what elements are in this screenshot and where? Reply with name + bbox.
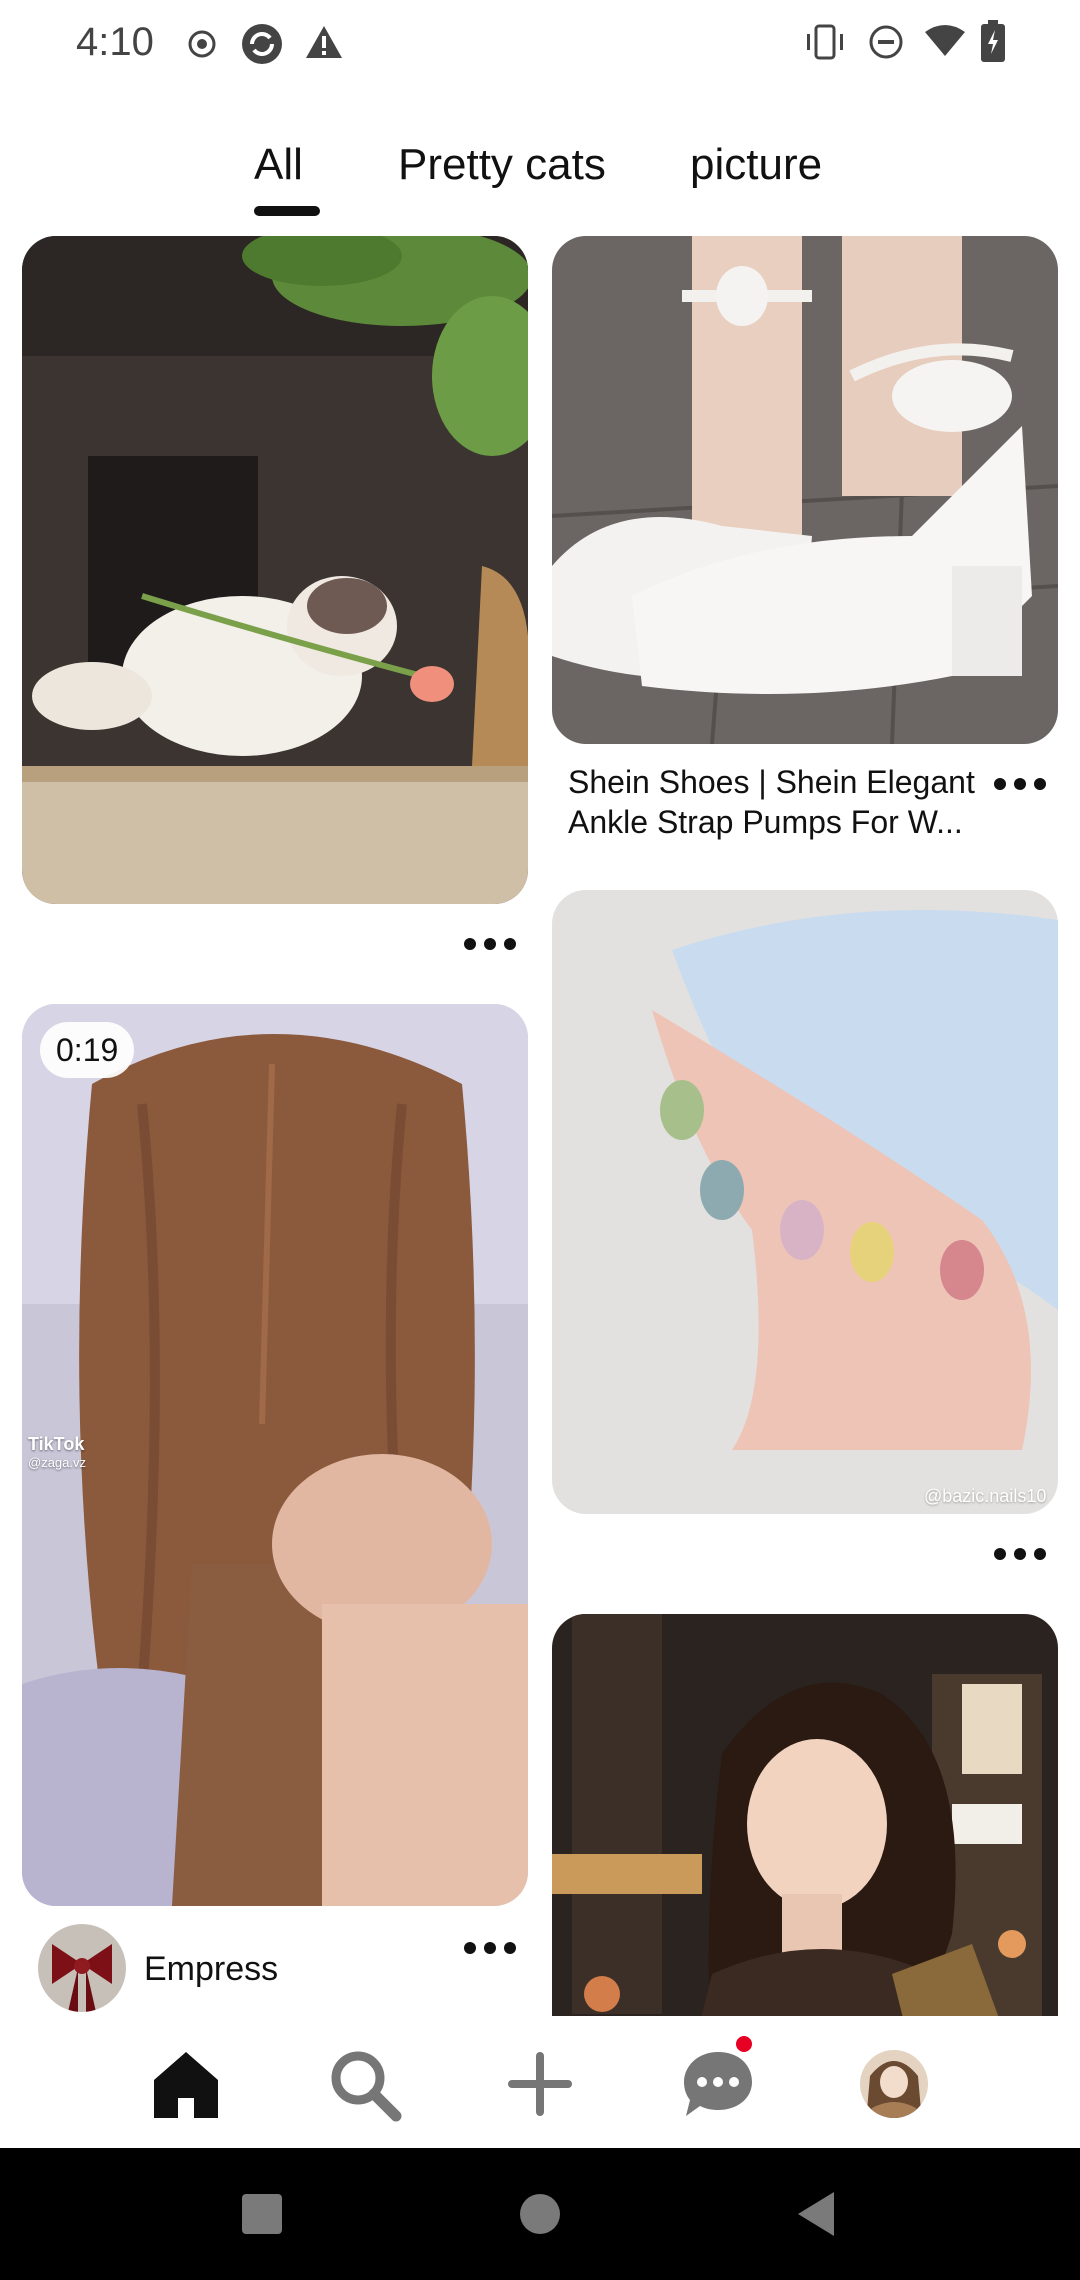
pin-pastel-nails[interactable]: @bazic.nails10	[552, 890, 1058, 1514]
anime-girl-city-image	[552, 1614, 1058, 2016]
tab-all[interactable]: All	[254, 140, 303, 190]
pastel-nails-image	[552, 890, 1058, 1514]
record-icon	[188, 30, 216, 58]
pin-feed: TikTok @zaga.vz 0:19 Shein Shoes | Shein…	[0, 236, 1080, 2016]
pin-white-heels[interactable]	[552, 236, 1058, 744]
pin-anime-girl-city[interactable]	[552, 1614, 1058, 2016]
cat-with-tulip-image	[22, 236, 528, 904]
pin-cat-with-tulip[interactable]	[22, 236, 528, 904]
nails-pin-more-button[interactable]	[992, 1544, 1048, 1564]
battery-charging-icon	[981, 20, 1005, 62]
bottom-navigation	[0, 2016, 1080, 2148]
status-time: 4:10	[76, 20, 154, 64]
hair-braiding-video-image	[22, 1004, 528, 1906]
bow-avatar-image	[38, 1924, 126, 2012]
cat-pin-more-button[interactable]	[462, 934, 518, 954]
nails-watermark: @bazic.nails10	[924, 1486, 1047, 1506]
creator-avatar[interactable]	[38, 1924, 126, 2012]
pin-hair-braiding-video[interactable]: TikTok @zaga.vz	[22, 1004, 528, 1906]
board-tabs: All Pretty cats picture	[0, 140, 1080, 220]
do-not-disturb-icon	[869, 25, 903, 59]
system-navigation-bar	[0, 2148, 1080, 2280]
home-icon[interactable]	[148, 2046, 224, 2122]
hair-pin-more-button[interactable]	[462, 1938, 518, 1958]
sync-icon	[242, 24, 282, 64]
tab-picture[interactable]: picture	[690, 140, 822, 190]
video-duration-badge: 0:19	[40, 1022, 135, 1078]
recents-button[interactable]	[242, 2194, 282, 2234]
white-heels-image	[552, 236, 1058, 744]
search-icon[interactable]	[326, 2046, 402, 2122]
shoes-pin-more-button[interactable]	[992, 774, 1048, 794]
tiktok-watermark: TikTok @zaga.vz	[28, 1434, 86, 1470]
tab-pretty-cats[interactable]: Pretty cats	[398, 140, 606, 190]
creator-name[interactable]: Empress	[144, 1950, 278, 1989]
messages-icon[interactable]	[680, 2046, 756, 2122]
home-button[interactable]	[520, 2194, 560, 2234]
shoes-pin-title[interactable]: Shein Shoes | Shein Elegant Ankle Strap …	[568, 762, 988, 842]
profile-avatar[interactable]	[856, 2046, 932, 2122]
status-bar: 4:10	[0, 0, 1080, 90]
vibrate-icon	[807, 24, 843, 60]
notification-dot	[736, 2036, 752, 2052]
app-screen: 4:10 All Pretty cats picture TikTok @zag…	[0, 0, 1080, 2280]
back-button[interactable]	[796, 2192, 836, 2236]
create-icon[interactable]	[502, 2046, 578, 2122]
warning-icon	[306, 26, 342, 58]
wifi-icon	[925, 25, 965, 56]
selected-tab-indicator	[254, 206, 320, 216]
